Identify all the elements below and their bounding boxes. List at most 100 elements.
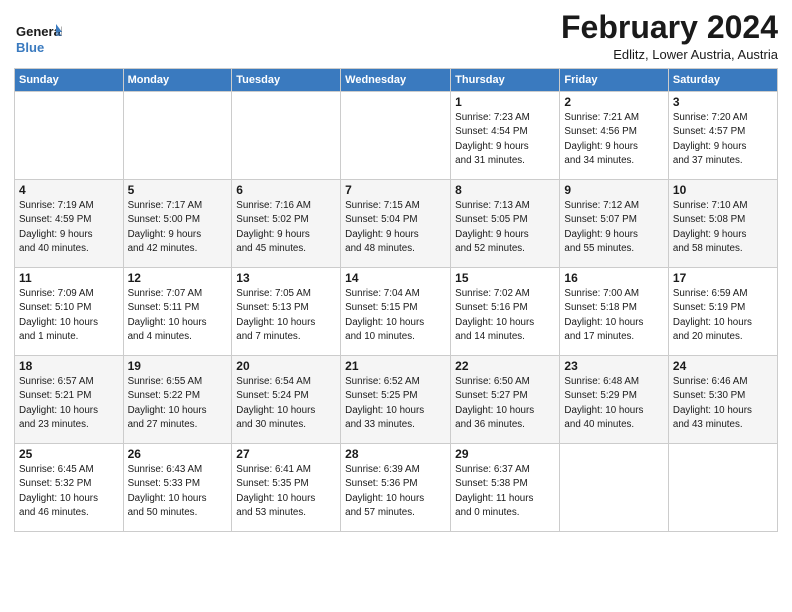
calendar-cell [341,92,451,180]
calendar-cell: 9Sunrise: 7:12 AMSunset: 5:07 PMDaylight… [560,180,668,268]
day-number: 12 [128,271,228,285]
day-info: Sunrise: 7:04 AMSunset: 5:15 PMDaylight:… [345,287,446,344]
day-number: 18 [19,359,119,373]
calendar-cell [15,92,124,180]
day-number: 1 [455,95,555,109]
calendar-cell [560,444,668,532]
day-info: Sunrise: 6:57 AMSunset: 5:21 PMDaylight:… [19,375,119,432]
day-number: 8 [455,183,555,197]
day-number: 13 [236,271,336,285]
calendar-cell [123,92,232,180]
calendar-cell: 28Sunrise: 6:39 AMSunset: 5:36 PMDayligh… [341,444,451,532]
day-number: 24 [673,359,773,373]
day-info: Sunrise: 6:41 AMSunset: 5:35 PMDaylight:… [236,463,336,520]
calendar-cell: 25 Sunrise: 6:45 AMSunset: 5:32 PMDayligh… [15,444,124,532]
day-info: Sunrise: 7:16 AMSunset: 5:02 PMDaylight:… [236,199,336,256]
day-info: Sunrise: 7:23 AMSunset: 4:54 PMDaylight:… [455,111,555,168]
day-info: Sunrise: 7:21 AMSunset: 4:56 PMDaylight:… [564,111,663,168]
calendar-header-row: SundayMondayTuesdayWednesdayThursdayFrid… [15,69,778,92]
calendar-cell: 11 Sunrise: 7:09 AMSunset: 5:10 PMDayligh… [15,268,124,356]
day-info: Sunrise: 6:50 AMSunset: 5:27 PMDaylight:… [455,375,555,432]
calendar-cell: 19Sunrise: 6:55 AMSunset: 5:22 PMDayligh… [123,356,232,444]
day-number: 9 [564,183,663,197]
day-number: 4 [19,183,119,197]
day-info: Sunrise: 7:13 AMSunset: 5:05 PMDaylight:… [455,199,555,256]
calendar-week-2: 4 Sunrise: 7:19 AMSunset: 4:59 PMDaylight… [15,180,778,268]
calendar-header-saturday: Saturday [668,69,777,92]
page-container: General Blue February 2024 Edlitz, Lower… [0,0,792,538]
main-title: February 2024 [561,10,778,45]
day-info: Sunrise: 6:45 AMSunset: 5:32 PMDaylight:… [19,463,119,520]
day-number: 17 [673,271,773,285]
day-number: 21 [345,359,446,373]
day-info: Sunrise: 7:17 AMSunset: 5:00 PMDaylight:… [128,199,228,256]
day-number: 22 [455,359,555,373]
day-number: 15 [455,271,555,285]
calendar-cell: 18 Sunrise: 6:57 AMSunset: 5:21 PMDayligh… [15,356,124,444]
calendar-cell: 27 Sunrise: 6:41 AMSunset: 5:35 PMDayligh… [232,444,341,532]
calendar-cell: 22 Sunrise: 6:50 AMSunset: 5:27 PMDayligh… [451,356,560,444]
logo-icon: General Blue [14,14,62,62]
calendar-cell: 29 Sunrise: 6:37 AMSunset: 5:38 PMDayligh… [451,444,560,532]
day-number: 23 [564,359,663,373]
day-info: Sunrise: 7:07 AMSunset: 5:11 PMDaylight:… [128,287,228,344]
calendar-header-thursday: Thursday [451,69,560,92]
day-number: 5 [128,183,228,197]
day-number: 11 [19,271,119,285]
day-info: Sunrise: 7:05 AMSunset: 5:13 PMDaylight:… [236,287,336,344]
day-info: Sunrise: 6:46 AMSunset: 5:30 PMDaylight:… [673,375,773,432]
day-number: 27 [236,447,336,461]
day-info: Sunrise: 7:19 AMSunset: 4:59 PMDaylight:… [19,199,119,256]
day-info: Sunrise: 6:54 AMSunset: 5:24 PMDaylight:… [236,375,336,432]
day-number: 14 [345,271,446,285]
day-number: 26 [128,447,228,461]
calendar-cell: 17 Sunrise: 6:59 AMSunset: 5:19 PMDayligh… [668,268,777,356]
calendar-cell: 26 Sunrise: 6:43 AMSunset: 5:33 PMDayligh… [123,444,232,532]
subtitle: Edlitz, Lower Austria, Austria [561,47,778,62]
day-info: Sunrise: 7:15 AMSunset: 5:04 PMDaylight:… [345,199,446,256]
calendar-week-5: 25 Sunrise: 6:45 AMSunset: 5:32 PMDayligh… [15,444,778,532]
calendar-week-1: 1 Sunrise: 7:23 AMSunset: 4:54 PMDaylight… [15,92,778,180]
day-info: Sunrise: 7:02 AMSunset: 5:16 PMDaylight:… [455,287,555,344]
calendar-cell: 24 Sunrise: 6:46 AMSunset: 5:30 PMDayligh… [668,356,777,444]
calendar-header-tuesday: Tuesday [232,69,341,92]
day-number: 29 [455,447,555,461]
day-info: Sunrise: 7:09 AMSunset: 5:10 PMDaylight:… [19,287,119,344]
calendar-header-sunday: Sunday [15,69,124,92]
day-number: 6 [236,183,336,197]
day-number: 25 [19,447,119,461]
calendar-cell: 20Sunrise: 6:54 AMSunset: 5:24 PMDayligh… [232,356,341,444]
day-number: 10 [673,183,773,197]
day-info: Sunrise: 6:37 AMSunset: 5:38 PMDaylight:… [455,463,555,520]
day-info: Sunrise: 6:59 AMSunset: 5:19 PMDaylight:… [673,287,773,344]
logo: General Blue [14,14,62,62]
calendar-cell: 12 Sunrise: 7:07 AMSunset: 5:11 PMDayligh… [123,268,232,356]
calendar-cell: 7 Sunrise: 7:15 AMSunset: 5:04 PMDaylight… [341,180,451,268]
calendar-cell: 6 Sunrise: 7:16 AMSunset: 5:02 PMDaylight… [232,180,341,268]
calendar-cell: 14 Sunrise: 7:04 AMSunset: 5:15 PMDayligh… [341,268,451,356]
day-info: Sunrise: 7:00 AMSunset: 5:18 PMDaylight:… [564,287,663,344]
calendar-cell [668,444,777,532]
day-number: 7 [345,183,446,197]
day-info: Sunrise: 6:48 AMSunset: 5:29 PMDaylight:… [564,375,663,432]
day-info: Sunrise: 7:20 AMSunset: 4:57 PMDaylight:… [673,111,773,168]
calendar-cell: 4 Sunrise: 7:19 AMSunset: 4:59 PMDaylight… [15,180,124,268]
calendar-cell: 21Sunrise: 6:52 AMSunset: 5:25 PMDayligh… [341,356,451,444]
calendar-week-4: 18 Sunrise: 6:57 AMSunset: 5:21 PMDayligh… [15,356,778,444]
calendar-header-friday: Friday [560,69,668,92]
day-number: 2 [564,95,663,109]
calendar-week-3: 11 Sunrise: 7:09 AMSunset: 5:10 PMDayligh… [15,268,778,356]
calendar-header-monday: Monday [123,69,232,92]
calendar-cell [232,92,341,180]
svg-text:Blue: Blue [16,40,44,55]
calendar-cell: 13 Sunrise: 7:05 AMSunset: 5:13 PMDayligh… [232,268,341,356]
calendar-cell: 8 Sunrise: 7:13 AMSunset: 5:05 PMDaylight… [451,180,560,268]
day-number: 16 [564,271,663,285]
calendar-cell: 2 Sunrise: 7:21 AMSunset: 4:56 PMDaylight… [560,92,668,180]
day-info: Sunrise: 7:10 AMSunset: 5:08 PMDaylight:… [673,199,773,256]
calendar-cell: 23 Sunrise: 6:48 AMSunset: 5:29 PMDayligh… [560,356,668,444]
calendar-header-wednesday: Wednesday [341,69,451,92]
title-block: February 2024 Edlitz, Lower Austria, Aus… [561,10,778,62]
calendar-cell: 5 Sunrise: 7:17 AMSunset: 5:00 PMDaylight… [123,180,232,268]
day-info: Sunrise: 6:43 AMSunset: 5:33 PMDaylight:… [128,463,228,520]
